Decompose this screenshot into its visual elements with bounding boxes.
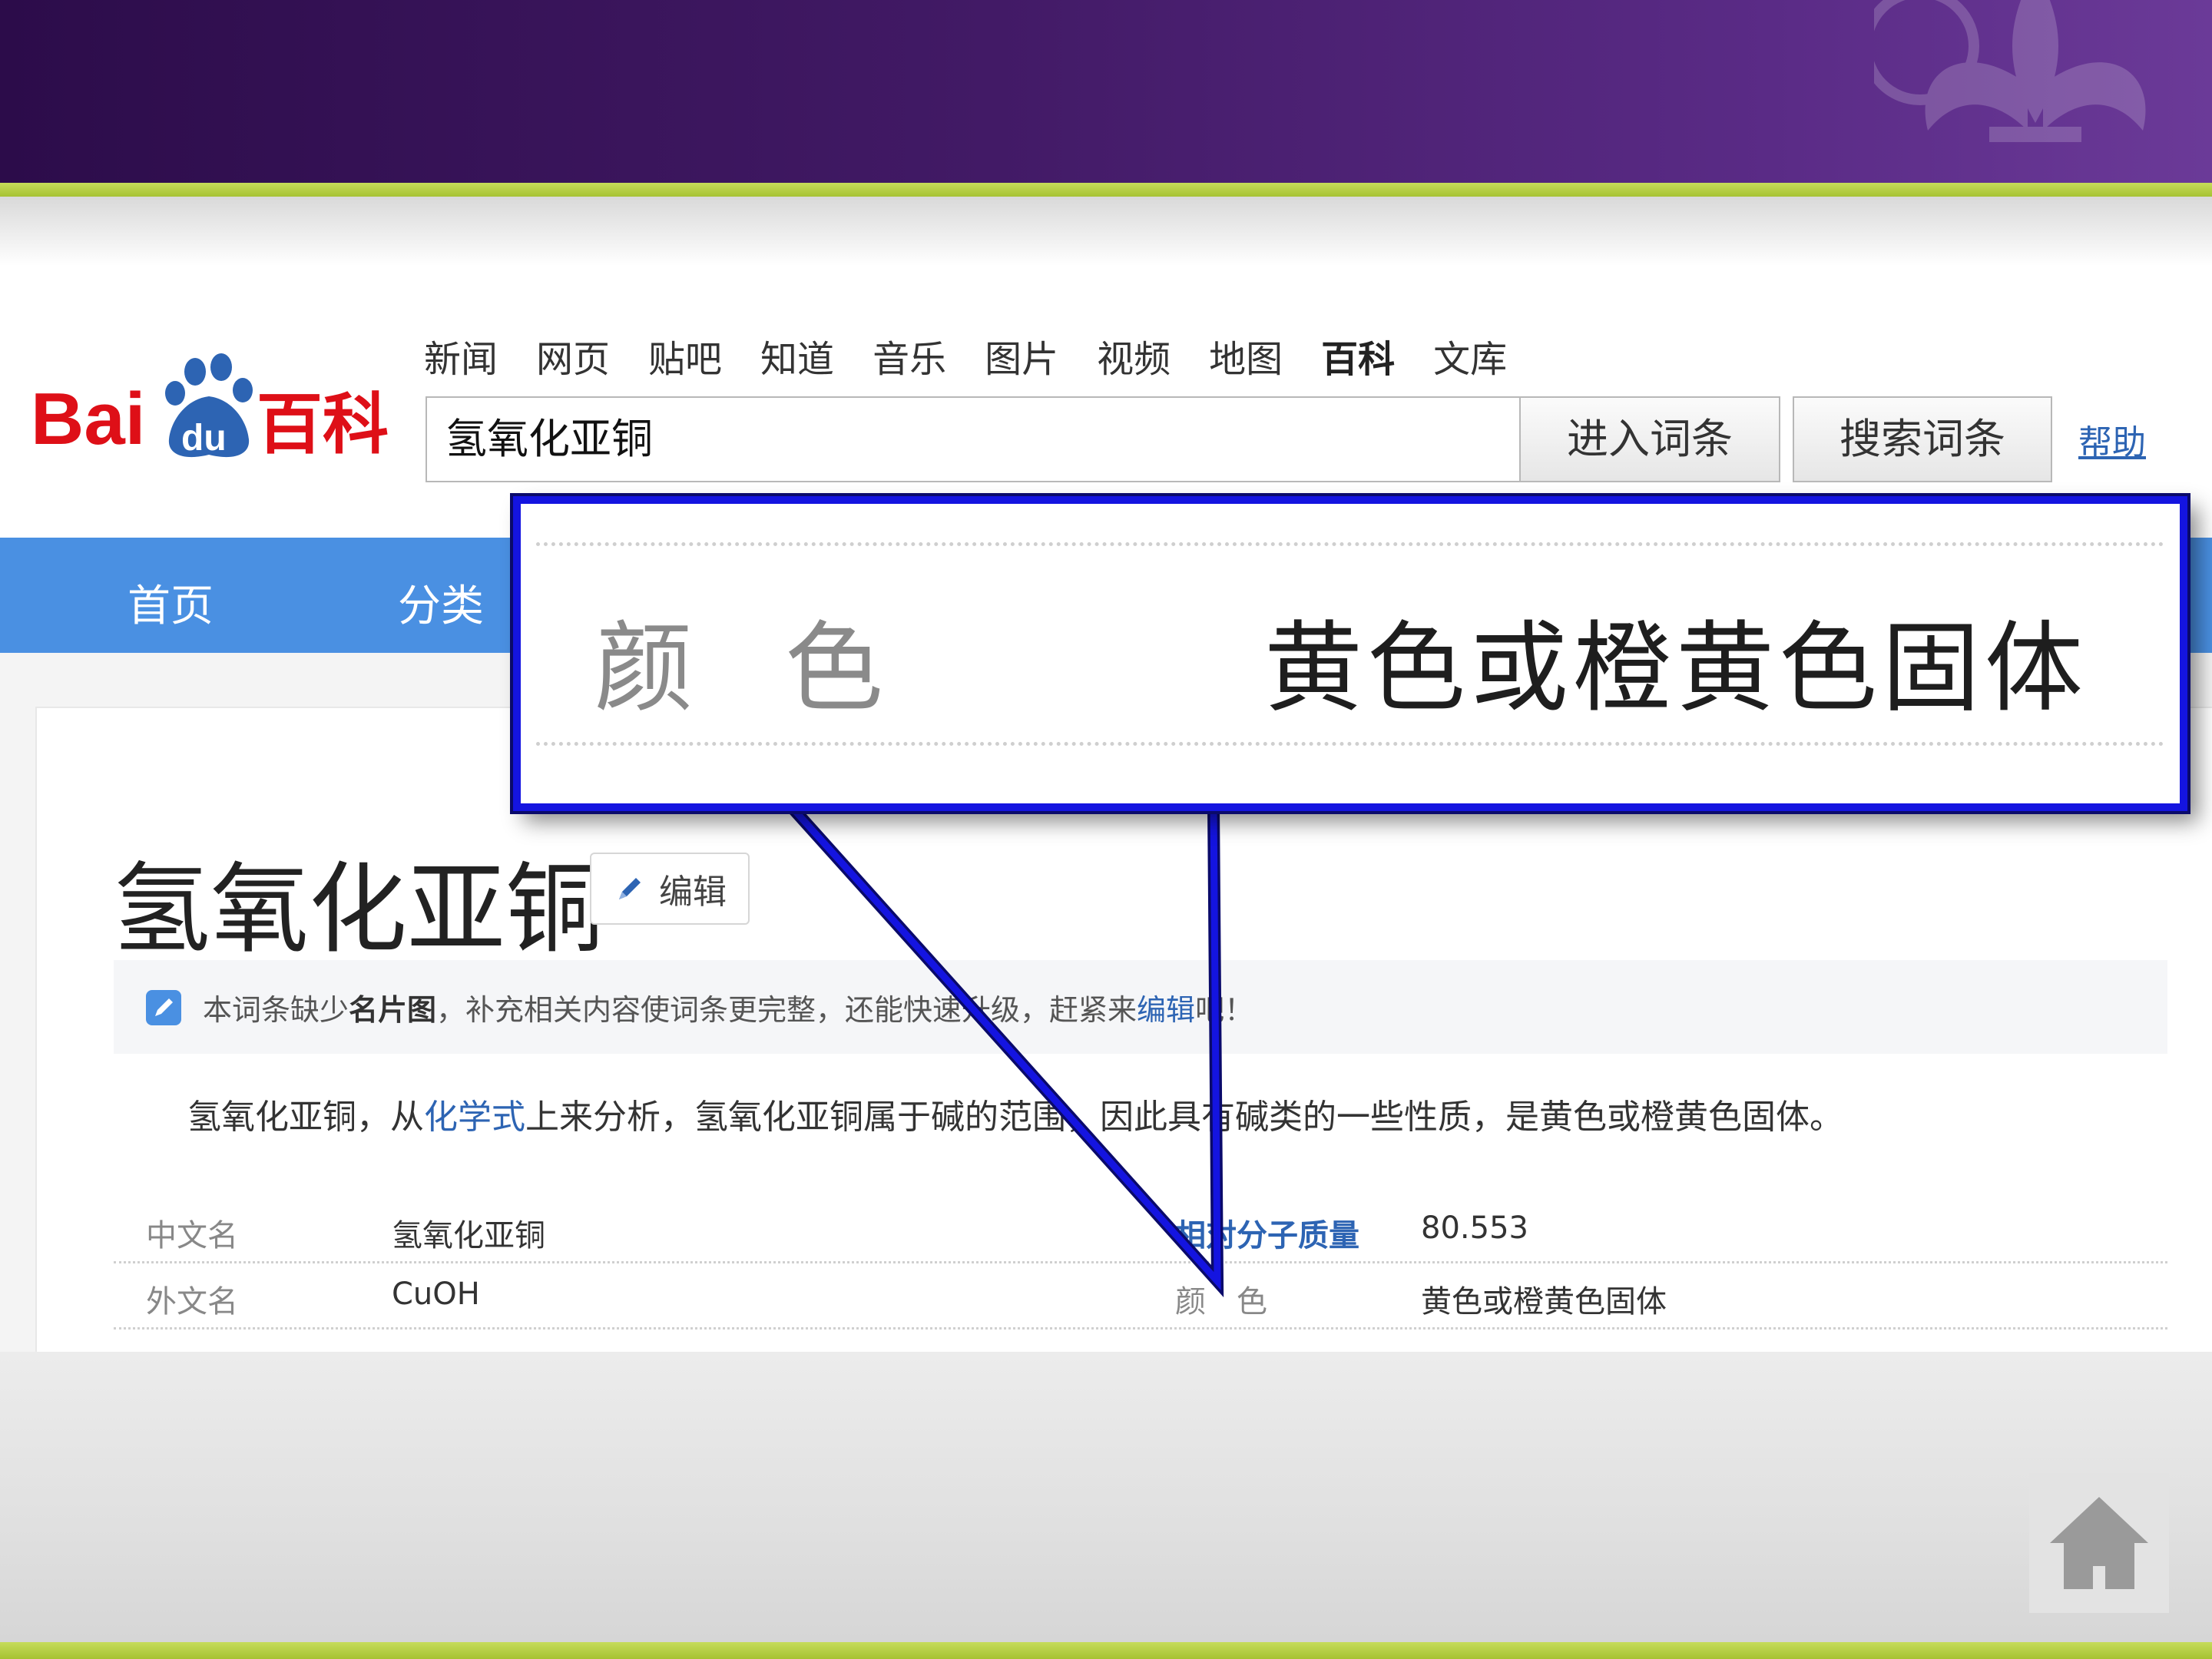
edit-button[interactable]: 编辑 — [590, 853, 750, 925]
notice-text: 本词条缺少名片图，补充相关内容使词条更完整，还能快速升级，赶紧来编辑吧！ — [203, 986, 1253, 1028]
slide-bottom-area — [0, 1352, 2212, 1642]
callout-divider-top — [536, 542, 2164, 546]
article-summary: 氢氧化亚铜，从化学式上来分析，氢氧化亚铜属于碱的范围，因此具有碱类的一些性质，是… — [187, 1089, 1843, 1138]
nav-link-map[interactable]: 地图 — [1209, 329, 1283, 382]
summary-part1: 氢氧化亚铜，从 — [187, 1098, 424, 1137]
nav-link-wenku[interactable]: 文库 — [1433, 329, 1507, 382]
infobox-value: 黄色或橙黄色固体 — [1421, 1284, 1667, 1320]
nav-link-news[interactable]: 新闻 — [424, 329, 498, 382]
logo-bai-text: Bai — [31, 378, 145, 460]
search-input[interactable]: 氢氧化亚铜 — [426, 396, 1519, 482]
enter-entry-button[interactable]: 进入词条 — [1519, 396, 1780, 482]
logo-baike-text: 百科 — [257, 386, 389, 463]
edit-button-label: 编辑 — [659, 873, 727, 912]
summary-part2: 上来分析，氢氧化亚铜属于碱的范围，因此具有碱类的一些性质，是黄色或橙黄色固体。 — [525, 1098, 1843, 1137]
nav-link-images[interactable]: 图片 — [985, 329, 1058, 382]
infobox-key: 颜 色 — [1175, 1284, 1267, 1320]
search-entry-button[interactable]: 搜索词条 — [1793, 396, 2052, 482]
house-icon — [2050, 1497, 2148, 1589]
product-nav: 新闻 网页 贴吧 知道 音乐 图片 视频 地图 百科 文库 — [424, 329, 1545, 382]
nav-tab-home[interactable]: 首页 — [127, 571, 214, 634]
callout-divider-bottom — [536, 742, 2164, 746]
callout-value: 黄色或橙黄色固体 — [1263, 611, 2088, 726]
notice-part3: 吧！ — [1195, 992, 1254, 1027]
baidu-baike-logo[interactable]: Bai du 百科 — [31, 353, 392, 469]
logo-du-text: du — [181, 418, 227, 459]
notice-part1: 本词条缺少 — [203, 992, 349, 1027]
nav-link-baike[interactable]: 百科 — [1321, 329, 1395, 382]
edit-note-icon — [146, 990, 181, 1025]
infobox-key: 中文名 — [146, 1218, 238, 1253]
slide-top-accent-line — [0, 183, 2212, 197]
slide-top-banner — [0, 0, 2212, 183]
nav-link-web[interactable]: 网页 — [536, 329, 610, 382]
pencil-icon — [619, 878, 641, 899]
nav-tab-category[interactable]: 分类 — [398, 571, 484, 634]
fleur-de-lis-decoration-icon — [1874, 0, 2146, 142]
infobox-row: 外文名 CuOH 颜 色 黄色或橙黄色固体 — [114, 1261, 2167, 1330]
missing-image-notice: 本词条缺少名片图，补充相关内容使词条更完整，还能快速升级，赶紧来编辑吧！ — [114, 960, 2167, 1054]
callout-label: 颜色 — [594, 611, 976, 726]
infobox-key: 外文名 — [146, 1284, 238, 1320]
zoom-callout: 颜色 黄色或橙黄色固体 — [513, 496, 2187, 811]
nav-link-tieba[interactable]: 贴吧 — [648, 329, 722, 382]
slide-top-shadow — [0, 197, 2212, 266]
notice-part2: ，补充相关内容使词条更完整，还能快速升级，赶紧来 — [436, 992, 1137, 1027]
notice-bold: 名片图 — [349, 992, 437, 1027]
nav-link-video[interactable]: 视频 — [1097, 329, 1171, 382]
chemical-formula-link[interactable]: 化学式 — [424, 1098, 525, 1137]
infobox-value: 80.553 — [1421, 1210, 1528, 1246]
page-title: 氢氧化亚铜 — [112, 853, 604, 967]
help-link[interactable]: 帮助 — [2078, 415, 2146, 464]
infobox-value: 氢氧化亚铜 — [392, 1218, 545, 1253]
notice-edit-link[interactable]: 编辑 — [1137, 993, 1195, 1027]
slide-bottom-accent-line — [0, 1642, 2212, 1659]
infobox-key-link[interactable]: 相对分子质量 — [1175, 1210, 1359, 1255]
infobox-value: CuOH — [392, 1277, 480, 1312]
nav-link-zhidao[interactable]: 知道 — [760, 329, 834, 382]
infobox-row: 中文名 氢氧化亚铜 相对分子质量 80.553 — [114, 1195, 2167, 1263]
home-button[interactable] — [2029, 1473, 2169, 1613]
nav-link-music[interactable]: 音乐 — [873, 329, 946, 382]
